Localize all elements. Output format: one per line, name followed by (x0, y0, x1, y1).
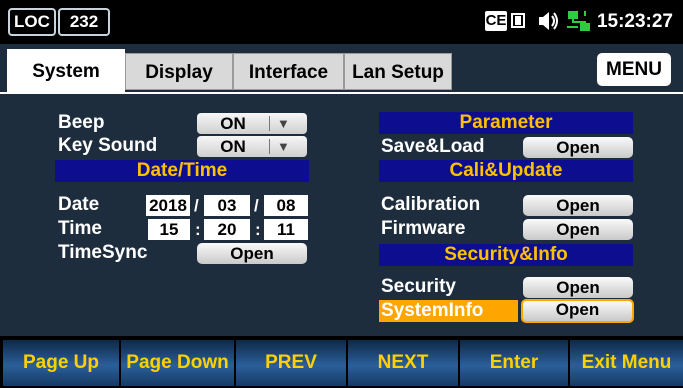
menu-button[interactable]: MENU (597, 53, 671, 86)
date-month-field[interactable]: 03 (204, 195, 250, 216)
timesync-open-button[interactable]: Open (197, 243, 307, 264)
tab-bar: System Display Interface Lan Setup MENU (0, 44, 683, 92)
ce-icon: CE (485, 11, 507, 31)
save-load-open-button[interactable]: Open (523, 137, 633, 158)
cali-update-header: Cali&Update (379, 160, 633, 182)
prev-softkey[interactable]: PREV (236, 340, 348, 386)
save-load-label: Save&Load (381, 136, 485, 157)
security-info-header: Security&Info (379, 244, 633, 266)
dropdown-arrow-icon: ▼ (277, 116, 290, 131)
system-settings-panel: Beep ON ▼ Key Sound ON ▼ Date/Time Date … (0, 92, 683, 336)
date-separator: / (194, 196, 199, 215)
time-second-field[interactable]: 11 (264, 219, 308, 240)
timesync-label: TimeSync (58, 242, 148, 263)
datetime-header: Date/Time (55, 160, 309, 182)
tab-interface[interactable]: Interface (233, 53, 344, 90)
keylock-icon (509, 8, 529, 34)
exit-menu-softkey[interactable]: Exit Menu (570, 340, 683, 386)
date-label: Date (58, 194, 100, 215)
date-day-field[interactable]: 08 (264, 195, 308, 216)
calibration-label: Calibration (381, 194, 481, 215)
tab-system[interactable]: System (7, 49, 125, 92)
address-badge: 232 (58, 8, 110, 36)
enter-softkey[interactable]: Enter (460, 340, 570, 386)
softkey-bar: Page Up Page Down PREV NEXT Enter Exit M… (0, 336, 683, 388)
time-hour-field[interactable]: 15 (148, 219, 190, 240)
date-year-field[interactable]: 2018 (146, 195, 190, 216)
time-label: Time (58, 218, 103, 239)
security-label: Security (381, 276, 456, 297)
tab-display[interactable]: Display (125, 53, 233, 90)
tab-lan-setup[interactable]: Lan Setup (344, 53, 452, 90)
systeminfo-open-button[interactable]: Open (521, 299, 634, 323)
firmware-open-button[interactable]: Open (523, 219, 633, 240)
calibration-open-button[interactable]: Open (523, 195, 633, 216)
key-sound-select[interactable]: ON ▼ (197, 136, 307, 157)
next-softkey[interactable]: NEXT (348, 340, 460, 386)
network-icon (566, 8, 592, 34)
time-separator: : (255, 220, 261, 239)
page-up-softkey[interactable]: Page Up (3, 340, 121, 386)
remote-mode-badge: LOC (8, 8, 56, 36)
time-minute-field[interactable]: 20 (204, 219, 250, 240)
date-separator: / (254, 196, 259, 215)
beep-select[interactable]: ON ▼ (197, 113, 307, 134)
systeminfo-label: SystemInfo (379, 300, 518, 322)
parameter-header: Parameter (379, 112, 633, 134)
firmware-label: Firmware (381, 218, 466, 239)
key-sound-label: Key Sound (58, 135, 158, 156)
dropdown-arrow-icon: ▼ (277, 139, 290, 154)
speaker-icon (538, 8, 560, 34)
status-bar: LOC 232 CE 15:23:27 (0, 0, 683, 44)
page-down-softkey[interactable]: Page Down (121, 340, 236, 386)
beep-label: Beep (58, 112, 105, 133)
security-open-button[interactable]: Open (523, 277, 633, 298)
time-separator: : (195, 220, 201, 239)
instrument-screen: LOC 232 CE 15:23:27 System Display Inter… (0, 0, 683, 388)
clock: 15:23:27 (596, 11, 673, 32)
